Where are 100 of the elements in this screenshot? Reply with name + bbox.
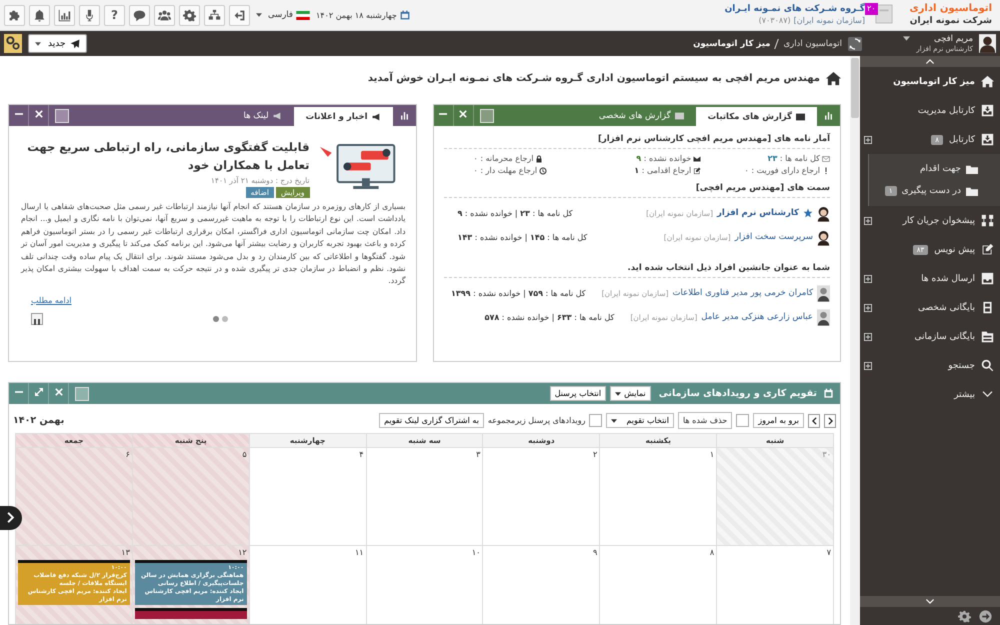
day-cell[interactable]: ۳	[366, 448, 484, 546]
breadcrumb-link[interactable]: اتوماسیون اداری	[783, 38, 842, 48]
deleted-filter-label: حذف شده ها	[678, 412, 732, 429]
users-button[interactable]	[154, 4, 175, 26]
panel-tab[interactable]: اخبار و اعلانات	[294, 107, 392, 126]
chevron-up-icon	[926, 59, 934, 64]
calendar-event[interactable]	[134, 608, 247, 619]
chat-button[interactable]	[129, 4, 150, 26]
chevron-right-icon	[6, 511, 16, 524]
expand-icon[interactable]	[864, 136, 872, 144]
day-cell[interactable]: ۲	[483, 448, 600, 546]
bar-chart-icon[interactable]	[398, 110, 410, 121]
bar-chart-icon[interactable]	[823, 110, 834, 121]
day-cell[interactable]: ۸	[600, 546, 718, 624]
close-icon	[54, 388, 62, 396]
new-button[interactable]: جدید	[28, 34, 87, 53]
day-cell[interactable]: ۷	[717, 546, 834, 624]
read-more-link[interactable]: ادامه مطلب	[31, 296, 72, 305]
day-number: ۱۰	[470, 548, 480, 557]
day-cell[interactable]: ۶	[16, 448, 133, 546]
letter-counts: کل نامه ها : ۶۳۳ | خوانده نشده : ۵۷۸	[484, 312, 614, 322]
next-button[interactable]	[824, 414, 836, 428]
sidebar-subitem[interactable]: جهت اقدام	[869, 158, 1000, 180]
document-icon[interactable]	[875, 3, 893, 25]
calendar-select[interactable]: انتخاب تقویم	[606, 413, 674, 428]
color-swatch[interactable]	[480, 108, 494, 122]
expand-icon[interactable]	[864, 332, 872, 340]
avatar-icon	[979, 34, 996, 53]
chevron-down-icon	[926, 599, 934, 604]
go-to-today-button[interactable]: برو به امروز	[753, 413, 804, 428]
share-link-button[interactable]: به اشتراک گزاری لینک تقویم	[379, 413, 484, 428]
settings-button[interactable]	[179, 4, 200, 26]
day-number: ۱	[708, 450, 714, 459]
welcome-message: مهندس مریم افچی به سیستم اتوماسیون اداری گـروه شـرکت های نمـونه ایـران خوش آمدید	[368, 72, 820, 84]
sidebar-item[interactable]: پیشخوان جریان کار	[860, 206, 1000, 235]
panel-tab[interactable]: گزارش های شخصی	[586, 105, 696, 126]
bar-chart-button[interactable]	[54, 4, 75, 26]
caret-icon[interactable]	[903, 36, 910, 41]
day-number: ۵	[241, 450, 247, 459]
sidebar-item[interactable]: بیشتر	[860, 380, 1000, 409]
expand-icon[interactable]	[864, 216, 872, 224]
sidebar-toggle-button[interactable]	[0, 506, 22, 530]
minimize-icon	[14, 388, 22, 396]
language-dropdown[interactable]: فارسی	[256, 10, 310, 20]
expand-icon[interactable]	[864, 274, 872, 282]
sidebar-item[interactable]: بایگانی شخصی	[860, 293, 1000, 322]
day-cell[interactable]: ۱۰	[366, 546, 484, 624]
carousel-dot[interactable]	[222, 316, 228, 322]
arrow-right-circle-icon[interactable]	[979, 610, 992, 622]
day-cell[interactable]: ۹	[483, 546, 600, 624]
tray-icon	[981, 272, 994, 285]
position-link[interactable]: کارشناس نرم افزار	[717, 208, 799, 218]
panel-tab[interactable]: لینک ها	[231, 105, 294, 126]
microphone-button[interactable]	[79, 4, 100, 26]
person-link[interactable]: عباس زارعی هنزکی مدیر عامل	[701, 312, 813, 322]
checkbox[interactable]	[589, 414, 602, 427]
sidebar-item[interactable]: میز کار اتوماسیون	[860, 67, 1000, 96]
letter-counts: کل نامه ها : ۷۵۹ | خوانده نشده : ۱۳۹۹	[451, 288, 586, 298]
search-icon	[981, 359, 994, 372]
view-dropdown[interactable]: نمایش	[610, 386, 651, 401]
exit-button[interactable]	[229, 4, 250, 26]
organization-link[interactable]: [سازمان نمونه ایران]	[794, 15, 865, 26]
settings-icon[interactable]	[958, 610, 971, 622]
organization-name[interactable]: گـروه شـرکت های نمـونه ایـران	[724, 4, 865, 15]
edit-icon	[981, 243, 994, 256]
panel-tab[interactable]: گزارش های مکاتبات	[696, 107, 817, 126]
settings-button[interactable]	[4, 34, 22, 53]
previous-button[interactable]	[808, 414, 820, 428]
carousel-dot[interactable]	[213, 316, 220, 322]
company-name: شرکت نمونه ایران	[909, 15, 992, 27]
puzzle-icon	[8, 8, 21, 22]
select-staff-button[interactable]: انتخاب پرسنل	[550, 386, 606, 401]
scrollbar-thumb[interactable]	[851, 58, 859, 118]
sidebar-item[interactable]: کارتابل مدیریت	[860, 96, 1000, 125]
sidebar-item[interactable]: ارسال شده ها	[860, 264, 1000, 293]
bell-button[interactable]	[29, 4, 50, 26]
color-swatch[interactable]	[75, 386, 89, 400]
day-cell[interactable]: ۱	[600, 448, 718, 546]
megaphone-icon	[272, 112, 282, 120]
sidebar-item[interactable]: بایگانی سازمانی	[860, 322, 1000, 351]
checkbox[interactable]	[736, 414, 750, 427]
tray-icon	[981, 133, 994, 146]
bar-chart-icon	[58, 8, 71, 22]
expand-icon[interactable]	[864, 362, 872, 370]
caret-icon	[615, 392, 622, 396]
letter-counts: کل نامه ها : ۱۴۵ | خوانده نشده : ۱۴۳	[458, 232, 588, 242]
refresh-icon[interactable]	[848, 36, 862, 50]
help-button[interactable]: ?	[104, 4, 125, 26]
color-swatch[interactable]	[55, 108, 69, 122]
day-number: ۹	[592, 548, 598, 557]
position-link[interactable]: سرپرست سخت افزار	[734, 232, 813, 242]
pause-button[interactable]	[31, 312, 43, 325]
sidebar-item[interactable]: جستجو	[860, 351, 1000, 380]
puzzle-button[interactable]	[4, 4, 25, 26]
edit-icon	[693, 166, 702, 174]
person-link[interactable]: کامران خرمی پور مدیر فناوری اطلاعات	[672, 288, 813, 298]
sitemap-button[interactable]	[204, 4, 225, 26]
exit-icon	[233, 8, 246, 22]
day-cell[interactable]: ۵	[132, 448, 250, 546]
expand-icon[interactable]	[864, 304, 872, 312]
